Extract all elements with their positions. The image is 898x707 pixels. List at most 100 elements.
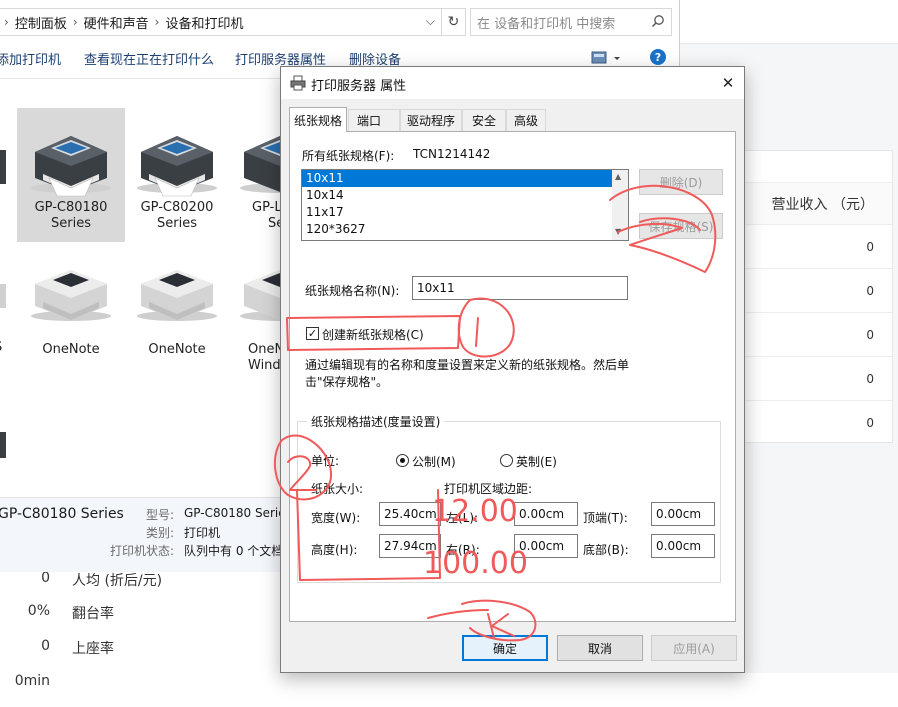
chevron-down-icon[interactable]: ⌵ <box>426 14 435 29</box>
search-input[interactable]: 在 设备和打印机 中搜索 <box>470 8 672 36</box>
stat-value: 0 <box>41 638 50 654</box>
bottom-margin-field[interactable]: 0.00cm <box>651 534 715 558</box>
english-label[interactable]: 英制(E) <box>516 453 557 470</box>
form-help-text: 通过编辑现有的名称和度量设置来定义新的纸张规格。然后单击"保存规格"。 <box>305 358 630 389</box>
device-label: GP-C80200 <box>140 200 214 215</box>
revenue-value: 0 <box>745 225 892 269</box>
printer-icon <box>137 136 217 197</box>
tab-drivers[interactable]: 驱动程序 <box>400 109 462 131</box>
category-value: 打印机 <box>184 526 221 540</box>
device-label: GP-L <box>252 200 282 215</box>
tab-forms[interactable]: 纸张规格 <box>289 107 347 132</box>
form-name-field[interactable]: 10x11 <box>412 276 628 300</box>
save-form-button[interactable]: 保存规格(S) <box>639 213 723 239</box>
category-label: 类别: <box>146 526 175 540</box>
tab-ports[interactable]: 端口 <box>348 109 400 131</box>
scroll-down-icon[interactable]: ▼ <box>615 227 621 236</box>
dialog-title: 打印服务器 属性 <box>311 79 407 94</box>
print-server-properties-dialog: 打印服务器 属性 ✕ 纸张规格 端口 驱动程序 安全 高级 所有纸张规格(F):… <box>280 66 745 673</box>
stat-label: 人均 (折后/元) <box>72 573 163 589</box>
revenue-value: 0 <box>745 313 892 357</box>
width-override-annotation: 12.00 <box>432 494 518 529</box>
dialog-title-bar[interactable]: 打印服务器 属性 ✕ <box>281 67 744 99</box>
device-item-onenote-windows[interactable]: OneN Windo <box>228 258 288 378</box>
form-description-title: 纸张规格描述(度量设置) <box>307 413 445 430</box>
selected-device-name: GP-C80180 Series <box>0 506 124 522</box>
device-label: Series <box>51 216 91 231</box>
listbox-scrollbar[interactable]: ▲ ▼ <box>612 170 628 240</box>
height-label: 高度(H): <box>311 543 358 557</box>
cancel-button[interactable]: 取消 <box>557 635 643 661</box>
tab-advanced[interactable]: 高级 <box>506 109 546 131</box>
form-name-label: 纸张规格名称(N): <box>305 284 400 298</box>
see-whats-printing-button[interactable]: 查看现在正在打印什么 <box>84 49 214 68</box>
search-icon <box>651 15 664 28</box>
list-item[interactable]: 10x11 <box>302 170 612 187</box>
bottom-margin-label: 底部(B): <box>583 543 629 557</box>
metric-label[interactable]: 公制(M) <box>412 453 456 470</box>
device-item-gp-l[interactable]: GP-L Se <box>228 108 288 242</box>
printer-icon <box>137 270 217 321</box>
list-item[interactable]: 11x17 <box>302 204 612 221</box>
top-margin-field[interactable]: 0.00cm <box>651 502 715 526</box>
tab-security[interactable]: 安全 <box>462 109 506 131</box>
printer-icon <box>0 432 6 458</box>
refresh-icon: ↻ <box>447 14 460 30</box>
printer-icon <box>31 136 111 197</box>
printer-icon <box>290 75 306 91</box>
all-forms-label: 所有纸张规格(F): <box>302 149 395 163</box>
server-name: TCN1214142 <box>413 147 491 161</box>
apply-button[interactable]: 应用(A) <box>651 635 737 661</box>
chevron-right-icon: › <box>4 15 9 29</box>
stat-value: 0% <box>27 603 50 619</box>
address-bar[interactable]: › 控制面板 › 硬件和声音 › 设备和打印机 ⌵ <box>0 8 442 36</box>
refresh-button[interactable]: ↻ <box>442 8 466 36</box>
forms-listbox[interactable]: 10x11 10x14 11x17 120*3627 ▲ ▼ <box>301 169 629 241</box>
create-new-form-checkbox[interactable]: ✓ <box>306 327 319 340</box>
ok-button[interactable]: 确定 <box>462 635 548 661</box>
stat-value: 0 <box>41 570 50 586</box>
device-item-gp-c80180[interactable]: GP-C80180 Series <box>17 108 125 242</box>
search-placeholder: 在 设备和打印机 中搜索 <box>477 16 616 32</box>
revenue-column-header: 营业收入 （元） <box>745 183 892 225</box>
revenue-value: 0 <box>866 416 874 430</box>
device-label-cut: S <box>0 340 6 360</box>
printer-icon <box>0 150 6 184</box>
device-item-onenote-2[interactable]: OneNote <box>123 258 231 368</box>
model-value: GP-C80180 Serie <box>184 506 286 520</box>
delete-form-button[interactable]: 删除(D) <box>639 169 723 195</box>
stat-row: 0min <box>0 673 330 693</box>
printer-status-label: 打印机状态: <box>110 544 175 558</box>
device-label: Windo <box>248 358 288 373</box>
device-label: Se <box>268 216 285 231</box>
breadcrumb-item[interactable]: 硬件和声音 <box>84 13 149 32</box>
list-item[interactable]: 120*3627 <box>302 221 612 238</box>
breadcrumb-item[interactable]: 设备和打印机 <box>165 13 243 32</box>
scroll-up-icon[interactable]: ▲ <box>615 172 621 181</box>
view-options-icon[interactable] <box>590 50 622 66</box>
chevron-right-icon: › <box>154 15 160 29</box>
device-label: Series <box>157 216 197 231</box>
printer-status-value: 队列中有 0 个文档 <box>184 544 284 558</box>
stat-label: 翻台率 <box>72 606 114 622</box>
english-radio[interactable] <box>500 454 513 467</box>
revenue-value: 0 <box>745 357 892 401</box>
background-topbar <box>680 0 898 44</box>
chevron-right-icon: › <box>72 15 78 29</box>
device-item-gp-c80200[interactable]: GP-C80200 Series <box>123 108 231 242</box>
height-override-annotation: 100.00 <box>423 546 528 581</box>
metric-radio[interactable] <box>396 454 409 467</box>
device-item-onenote[interactable]: OneNote <box>17 258 125 368</box>
printer-icon <box>0 284 6 308</box>
close-button[interactable]: ✕ <box>712 67 744 99</box>
create-new-form-label[interactable]: 创建新纸张规格(C) <box>322 326 424 343</box>
stat-value: 0min <box>14 673 50 689</box>
model-label: 型号: <box>146 508 175 522</box>
left-margin-field[interactable]: 0.00cm <box>514 502 578 526</box>
device-label: GP-C80180 <box>34 200 108 215</box>
help-icon[interactable]: ? <box>650 49 666 65</box>
device-label: OneNote <box>42 342 100 357</box>
add-printer-button[interactable]: 添加打印机 <box>0 49 61 68</box>
list-item[interactable]: 10x14 <box>302 187 612 204</box>
breadcrumb-item[interactable]: 控制面板 <box>15 13 67 32</box>
